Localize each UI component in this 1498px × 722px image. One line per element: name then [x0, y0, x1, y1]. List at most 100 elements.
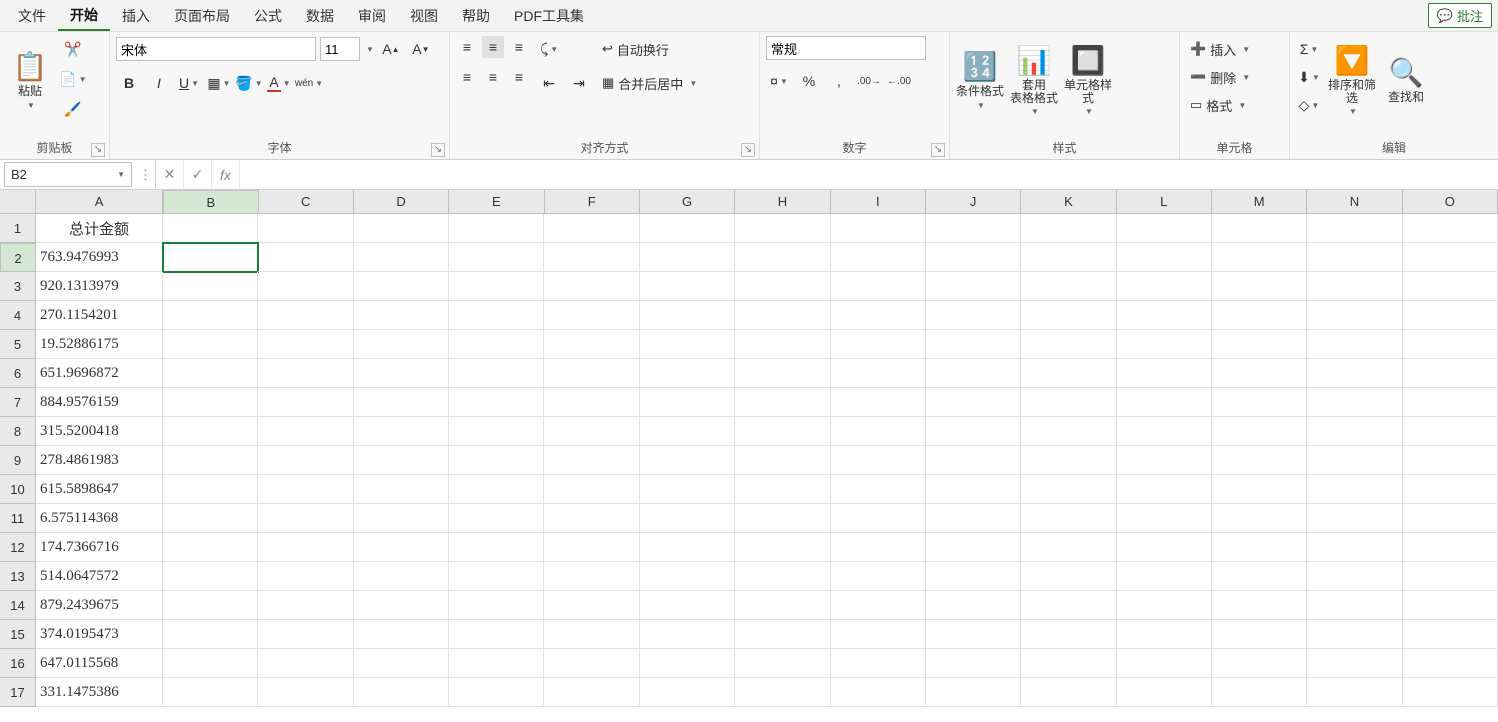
cell-M9[interactable] — [1212, 446, 1307, 475]
annotate-button[interactable]: 💬 批注 — [1428, 3, 1492, 28]
cell-L2[interactable] — [1117, 243, 1212, 272]
wrap-text-button[interactable]: ↩ 自动换行 — [598, 36, 701, 62]
cell-L8[interactable] — [1117, 417, 1212, 446]
column-header-O[interactable]: O — [1403, 190, 1498, 214]
cell-G13[interactable] — [640, 562, 735, 591]
cell-J7[interactable] — [926, 388, 1021, 417]
cell-G8[interactable] — [640, 417, 735, 446]
align-bottom-button[interactable]: ≡ — [508, 36, 530, 58]
clipboard-launcher[interactable]: ↘ — [91, 143, 105, 157]
cell-C1[interactable] — [258, 214, 353, 243]
cell-J6[interactable] — [926, 359, 1021, 388]
cell-F7[interactable] — [544, 388, 639, 417]
decrease-decimal-button[interactable]: ←.00 — [886, 68, 912, 94]
copy-button[interactable]: 📄▼ — [60, 66, 86, 92]
cell-A7[interactable]: 884.9576159 — [36, 388, 163, 417]
cell-J4[interactable] — [926, 301, 1021, 330]
cell-L1[interactable] — [1117, 214, 1212, 243]
cell-H7[interactable] — [735, 388, 830, 417]
cell-C13[interactable] — [258, 562, 353, 591]
column-header-N[interactable]: N — [1307, 190, 1402, 214]
cell-D17[interactable] — [354, 678, 449, 707]
cell-N7[interactable] — [1307, 388, 1402, 417]
cell-N5[interactable] — [1307, 330, 1402, 359]
delete-cells-button[interactable]: ➖删除▼ — [1186, 64, 1254, 90]
cell-B10[interactable] — [163, 475, 258, 504]
cell-O17[interactable] — [1403, 678, 1498, 707]
cell-O14[interactable] — [1403, 591, 1498, 620]
cell-G17[interactable] — [640, 678, 735, 707]
cell-D12[interactable] — [354, 533, 449, 562]
cell-J15[interactable] — [926, 620, 1021, 649]
cell-J2[interactable] — [926, 243, 1021, 272]
cell-I11[interactable] — [831, 504, 926, 533]
cell-D4[interactable] — [354, 301, 449, 330]
comma-button[interactable]: , — [826, 68, 852, 94]
cell-M15[interactable] — [1212, 620, 1307, 649]
tab-file[interactable]: 文件 — [6, 2, 58, 30]
row-header-14[interactable]: 14 — [0, 591, 36, 620]
column-header-J[interactable]: J — [926, 190, 1021, 214]
tab-home[interactable]: 开始 — [58, 1, 110, 31]
cell-A15[interactable]: 374.0195473 — [36, 620, 163, 649]
row-header-4[interactable]: 4 — [0, 301, 36, 330]
cell-I17[interactable] — [831, 678, 926, 707]
cell-H17[interactable] — [735, 678, 830, 707]
column-header-H[interactable]: H — [735, 190, 830, 214]
increase-indent-button[interactable]: ⇥ — [566, 70, 592, 96]
fill-color-button[interactable]: 🪣▼ — [236, 70, 262, 96]
cell-I12[interactable] — [831, 533, 926, 562]
cell-K4[interactable] — [1021, 301, 1116, 330]
cell-E14[interactable] — [449, 591, 544, 620]
cell-K1[interactable] — [1021, 214, 1116, 243]
cell-N1[interactable] — [1307, 214, 1402, 243]
tab-insert[interactable]: 插入 — [110, 2, 162, 30]
cell-D6[interactable] — [354, 359, 449, 388]
align-launcher[interactable]: ↘ — [741, 143, 755, 157]
cell-H10[interactable] — [735, 475, 830, 504]
row-header-7[interactable]: 7 — [0, 388, 36, 417]
cell-F9[interactable] — [544, 446, 639, 475]
cell-A4[interactable]: 270.1154201 — [36, 301, 163, 330]
tab-formula[interactable]: 公式 — [242, 2, 294, 30]
cell-J8[interactable] — [926, 417, 1021, 446]
cell-I1[interactable] — [831, 214, 926, 243]
cell-N8[interactable] — [1307, 417, 1402, 446]
cut-button[interactable]: ✂️ — [60, 36, 86, 62]
cell-D1[interactable] — [354, 214, 449, 243]
cell-L13[interactable] — [1117, 562, 1212, 591]
cell-F12[interactable] — [544, 533, 639, 562]
cell-G1[interactable] — [640, 214, 735, 243]
cell-I16[interactable] — [831, 649, 926, 678]
cell-A10[interactable]: 615.5898647 — [36, 475, 163, 504]
bold-button[interactable]: B — [116, 70, 142, 96]
italic-button[interactable]: I — [146, 70, 172, 96]
cell-J10[interactable] — [926, 475, 1021, 504]
underline-button[interactable]: U▼ — [176, 70, 202, 96]
cell-F17[interactable] — [544, 678, 639, 707]
format-cells-button[interactable]: ▭格式▼ — [1186, 92, 1254, 118]
align-center-button[interactable]: ≡ — [482, 66, 504, 88]
cell-J1[interactable] — [926, 214, 1021, 243]
cancel-formula-button[interactable]: ✕ — [156, 160, 184, 189]
cell-E4[interactable] — [449, 301, 544, 330]
cell-O4[interactable] — [1403, 301, 1498, 330]
cell-E13[interactable] — [449, 562, 544, 591]
cell-N6[interactable] — [1307, 359, 1402, 388]
fx-button[interactable]: fx — [212, 160, 240, 189]
cell-A11[interactable]: 6.575114368 — [36, 504, 163, 533]
cell-B15[interactable] — [163, 620, 258, 649]
tab-pdf[interactable]: PDF工具集 — [502, 2, 596, 30]
formula-input[interactable] — [240, 160, 1498, 189]
cell-H9[interactable] — [735, 446, 830, 475]
cell-H6[interactable] — [735, 359, 830, 388]
column-header-M[interactable]: M — [1212, 190, 1307, 214]
cell-K15[interactable] — [1021, 620, 1116, 649]
cell-G6[interactable] — [640, 359, 735, 388]
cell-J16[interactable] — [926, 649, 1021, 678]
cell-A6[interactable]: 651.9696872 — [36, 359, 163, 388]
cell-E7[interactable] — [449, 388, 544, 417]
cell-F8[interactable] — [544, 417, 639, 446]
cell-N2[interactable] — [1307, 243, 1402, 272]
number-format-select[interactable] — [766, 36, 926, 60]
